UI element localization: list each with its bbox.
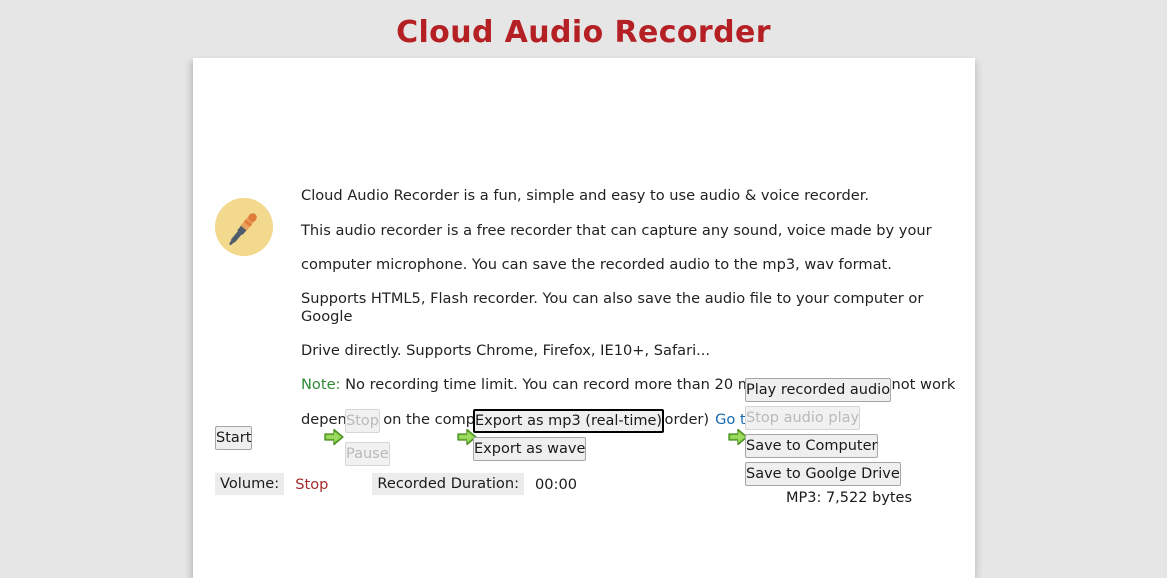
save-to-computer-button[interactable]: Save to Computer	[745, 434, 879, 458]
main-card: Cloud Audio Recorder is a fun, simple an…	[193, 58, 975, 578]
start-group: Start	[215, 426, 311, 450]
recorded-duration-label: Recorded Duration:	[372, 473, 524, 495]
controls-section: Start Stop Pause Export as mp3 (real-tim…	[215, 316, 967, 506]
pause-button[interactable]: Pause	[345, 442, 390, 466]
intro-line-3: computer microphone. You can save the re…	[301, 256, 892, 274]
green-right-arrow-icon	[323, 426, 345, 448]
recorded-duration-value: 00:00	[535, 475, 578, 493]
mp3-size-label: MP3: 7,522 bytes	[785, 490, 913, 506]
export-as-wave-button[interactable]: Export as wave	[473, 437, 587, 461]
export-as-mp3-button[interactable]: Export as mp3 (real-time)	[473, 409, 665, 433]
save-group: Play recorded audio Stop audio play Save…	[745, 378, 953, 506]
stop-pause-group: Stop Pause	[345, 409, 445, 466]
status-bar: Volume: Stop Recorded Duration: 00:00	[215, 473, 577, 495]
save-to-google-drive-button[interactable]: Save to Goolge Drive	[745, 462, 901, 486]
duration-group: Recorded Duration: 00:00	[372, 473, 577, 495]
export-group: Export as mp3 (real-time) Export as wave	[473, 409, 713, 461]
stop-button[interactable]: Stop	[345, 409, 380, 433]
play-recorded-audio-button[interactable]: Play recorded audio	[745, 378, 892, 402]
intro-line-2: This audio recorder is a free recorder t…	[301, 221, 932, 239]
start-button[interactable]: Start	[215, 426, 253, 450]
intro-line-1: Cloud Audio Recorder is a fun, simple an…	[301, 187, 869, 205]
volume-label: Volume:	[215, 473, 285, 495]
microphone-icon	[215, 198, 273, 256]
stop-audio-play-button[interactable]: Stop audio play	[745, 406, 861, 430]
volume-value: Stop	[295, 475, 329, 493]
page-title: Cloud Audio Recorder	[396, 15, 771, 50]
